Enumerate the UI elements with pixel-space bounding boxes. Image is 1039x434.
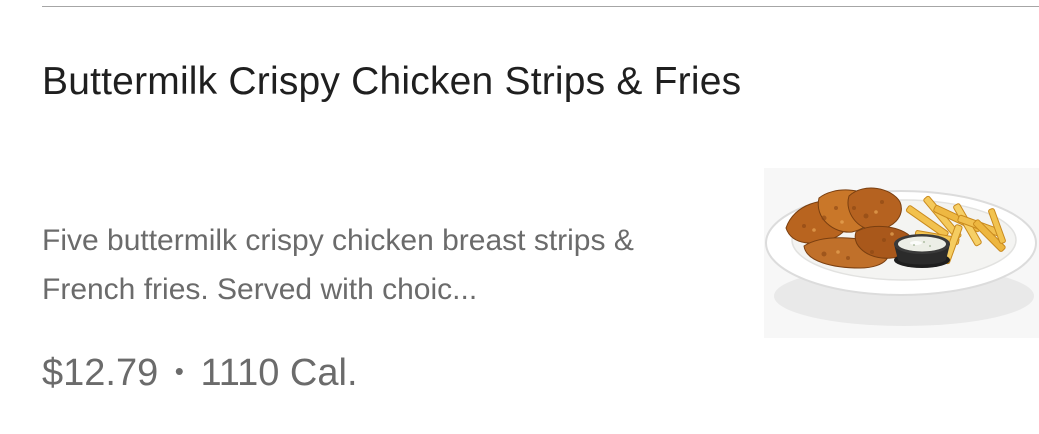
separator-dot: • (174, 356, 184, 386)
item-price: $12.79 (42, 352, 159, 394)
chicken-strips-fries-plate-icon (765, 187, 1037, 326)
item-title: Buttermilk Crispy Chicken Strips & Fries (42, 60, 742, 103)
item-image (764, 168, 1039, 338)
item-description: Five buttermilk crispy chicken breast st… (42, 224, 634, 306)
item-price-calories: $12.79 • 1110 Cal. (42, 342, 358, 402)
menu-item-card[interactable]: Buttermilk Crispy Chicken Strips & Fries… (0, 0, 1039, 434)
item-calories: 1110 Cal. (200, 352, 358, 394)
